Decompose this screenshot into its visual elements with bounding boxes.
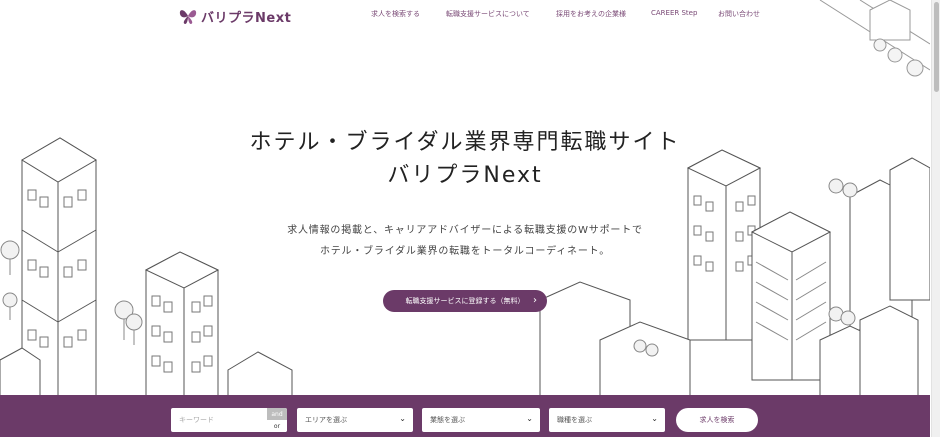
area-select-label: エリアを選ぶ [305, 416, 347, 424]
chevron-right-icon: › [533, 295, 537, 306]
search-submit-label: 求人を検索 [699, 416, 735, 424]
or-toggle[interactable]: or [267, 420, 287, 432]
scrollbar-thumb[interactable] [934, 2, 939, 92]
hero-title-line1: ホテル・ブライダル業界専門転職サイト [249, 130, 681, 155]
center-left-building [144, 251, 220, 401]
and-or-toggle: and or [267, 408, 287, 432]
main-nav: 求人を検索する 転職支援サービスについて 採用をお考えの企業様 CAREER S… [0, 9, 930, 23]
area-select[interactable]: エリアを選ぶ ⌄ [297, 408, 413, 432]
nav-contact[interactable]: お問い合わせ [718, 9, 760, 19]
register-cta-button[interactable]: 転職支援サービスに登録する（無料） › [383, 290, 547, 312]
industry-select[interactable]: 業態を選ぶ ⌄ [422, 408, 540, 432]
nav-for-employers[interactable]: 採用をお考えの企業様 [556, 9, 626, 19]
hero-subtitle-line1: 求人情報の掲載と、キャリアアドバイザーによる転職支援のWサポートで [287, 225, 643, 236]
chevron-down-icon: ⌄ [651, 414, 658, 423]
nav-career-support[interactable]: 転職支援サービスについて [446, 9, 530, 19]
chevron-down-icon: ⌄ [526, 414, 533, 423]
job-type-select[interactable]: 職種を選ぶ ⌄ [549, 408, 665, 432]
page-scrollbar[interactable] [931, 0, 940, 437]
chevron-down-icon: ⌄ [399, 414, 406, 423]
nav-career-step[interactable]: CAREER Step [651, 9, 697, 17]
nav-job-search[interactable]: 求人を検索する [371, 9, 420, 19]
keyword-input[interactable] [171, 408, 275, 432]
job-type-select-label: 職種を選ぶ [557, 416, 592, 424]
cta-label: 転職支援サービスに登録する（無料） [405, 297, 525, 305]
hero-subtitle-line2: ホテル・ブライダル業界の転職をトータルコーディネート。 [319, 246, 611, 257]
industry-select-label: 業態を選ぶ [430, 416, 465, 424]
city-illustration [0, 0, 930, 401]
site-header: バリプラNext 求人を検索する 転職支援サービスについて 採用をお考えの企業様… [0, 0, 930, 30]
keyword-field: and or [171, 408, 287, 432]
and-toggle[interactable]: and [267, 408, 287, 420]
search-submit-button[interactable]: 求人を検索 [676, 408, 758, 432]
hero-title-line2: バリプラNext [387, 163, 543, 188]
search-bar: and or エリアを選ぶ ⌄ 業態を選ぶ ⌄ 職種を選ぶ ⌄ 求人を検索 [0, 395, 930, 437]
